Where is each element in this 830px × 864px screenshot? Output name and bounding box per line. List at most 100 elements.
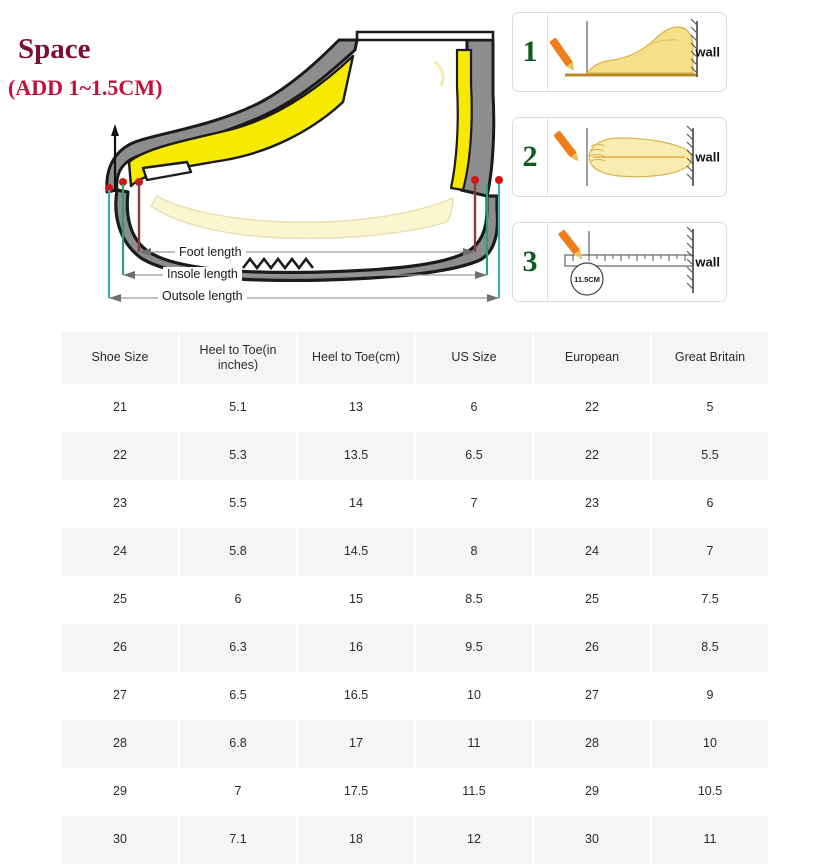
- table-header: Shoe Size Heel to Toe(in inches) Heel to…: [62, 332, 768, 384]
- space-arrow-head: [111, 124, 119, 136]
- table-header-row: Shoe Size Heel to Toe(in inches) Heel to…: [62, 332, 768, 384]
- table-row: 22 5.3 13.5 6.5 22 5.5: [62, 432, 768, 480]
- table-cell: 22: [534, 384, 650, 432]
- heel-highlight: [434, 60, 445, 87]
- table-cell: 6.5: [180, 672, 296, 720]
- table-cell: 5.8: [180, 528, 296, 576]
- step-number-2: 2: [513, 118, 548, 196]
- instruction-panel-3: 3 11.5CM wall: [512, 222, 727, 302]
- table-cell: 10: [416, 672, 532, 720]
- table-cell: 7.5: [652, 576, 768, 624]
- table-cell: 28: [534, 720, 650, 768]
- table-cell: 5.3: [180, 432, 296, 480]
- table-cell: 21: [62, 384, 178, 432]
- footbed-cream: [150, 195, 454, 240]
- table-cell: 7: [652, 528, 768, 576]
- shoe-diagram-area: Space (ADD 1~1.5CM) Foot length Insole l…: [0, 0, 830, 318]
- wall-label-2: wall: [695, 149, 720, 165]
- table-cell: 7.1: [180, 816, 296, 864]
- foot-side-shape: [585, 26, 694, 74]
- header-heel-to-toe-in: Heel to Toe(in inches): [180, 332, 296, 384]
- table-row: 21 5.1 13 6 22 5: [62, 384, 768, 432]
- table-cell: 6.8: [180, 720, 296, 768]
- table-row: 25 6 15 8.5 25 7.5: [62, 576, 768, 624]
- table-cell: 13: [298, 384, 414, 432]
- table-cell: 16: [298, 624, 414, 672]
- header-great-britain: Great Britain: [652, 332, 768, 384]
- table-cell: 14: [298, 480, 414, 528]
- header-heel-to-toe-cm: Heel to Toe(cm): [298, 332, 414, 384]
- table-row: 26 6.3 16 9.5 26 8.5: [62, 624, 768, 672]
- table-cell: 23: [534, 480, 650, 528]
- table-cell: 30: [62, 816, 178, 864]
- table-cell: 28: [62, 720, 178, 768]
- header-european: European: [534, 332, 650, 384]
- collar-opening: [355, 30, 495, 42]
- outsole-length-arrow-left: [109, 294, 121, 302]
- table-cell: 10.5: [652, 768, 768, 816]
- table-cell: 11.5: [416, 768, 532, 816]
- table-cell: 9: [652, 672, 768, 720]
- table-cell: 6.3: [180, 624, 296, 672]
- table-cell: 8: [416, 528, 532, 576]
- table-cell: 5: [652, 384, 768, 432]
- table-cell: 15: [298, 576, 414, 624]
- space-title: Space: [18, 33, 91, 65]
- table-cell: 6: [652, 480, 768, 528]
- table-cell: 29: [534, 768, 650, 816]
- table-cell: 25: [534, 576, 650, 624]
- table-row: 24 5.8 14.5 8 24 7: [62, 528, 768, 576]
- table-row: 29 7 17.5 11.5 29 10.5: [62, 768, 768, 816]
- wall-label-1: wall: [695, 44, 720, 60]
- tread-pattern: [241, 256, 315, 271]
- table-cell: 14.5: [298, 528, 414, 576]
- magnifier-measure-text: 11.5CM: [574, 275, 600, 284]
- table-cell: 11: [416, 720, 532, 768]
- table-cell: 7: [180, 768, 296, 816]
- step-number-3: 3: [513, 223, 548, 301]
- measuring-instructions: 1 wall 2 wall 3 11.5CM wall: [512, 12, 812, 327]
- table-cell: 29: [62, 768, 178, 816]
- instruction-panel-2: 2 wall: [512, 117, 727, 197]
- table-cell: 16.5: [298, 672, 414, 720]
- table-cell: 25: [62, 576, 178, 624]
- insole-length-label: Insole length: [163, 267, 242, 281]
- table-cell: 30: [534, 816, 650, 864]
- header-us-size: US Size: [416, 332, 532, 384]
- insole-yellow-heel: [449, 48, 473, 192]
- table-cell: 9.5: [416, 624, 532, 672]
- table-cell: 8.5: [652, 624, 768, 672]
- table-cell: 26: [534, 624, 650, 672]
- table-cell: 5.1: [180, 384, 296, 432]
- foot-length-label: Foot length: [175, 245, 246, 259]
- table-cell: 6: [416, 384, 532, 432]
- table-body: 21 5.1 13 6 22 5 22 5.3 13.5 6.5 22 5.5 23 5.5 14 7 23 6 2…: [62, 384, 768, 864]
- shoe-cross-section-diagram: [95, 10, 515, 315]
- pencil-icon-2: [553, 131, 579, 162]
- table-cell: 5.5: [180, 480, 296, 528]
- table-cell: 27: [534, 672, 650, 720]
- table-cell: 6.5: [416, 432, 532, 480]
- insole-length-arrow-right: [475, 271, 487, 279]
- table-cell: 22: [62, 432, 178, 480]
- step-number-1: 1: [513, 13, 548, 91]
- table-cell: 12: [416, 816, 532, 864]
- table-cell: 10: [652, 720, 768, 768]
- table-cell: 22: [534, 432, 650, 480]
- table-cell: 11: [652, 816, 768, 864]
- instruction-panel-1: 1 wall: [512, 12, 727, 92]
- table-cell: 27: [62, 672, 178, 720]
- table-cell: 23: [62, 480, 178, 528]
- wall-label-3: wall: [695, 254, 720, 270]
- anchor-dot-outsole-heel: [495, 176, 503, 184]
- table-row: 30 7.1 18 12 30 11: [62, 816, 768, 864]
- table-cell: 24: [534, 528, 650, 576]
- pencil-icon-1: [549, 38, 575, 71]
- insole-length-arrow-left: [123, 271, 135, 279]
- table-row: 27 6.5 16.5 10 27 9: [62, 672, 768, 720]
- table-cell: 6: [180, 576, 296, 624]
- table-cell: 18: [298, 816, 414, 864]
- table-cell: 17.5: [298, 768, 414, 816]
- table-cell: 5.5: [652, 432, 768, 480]
- outsole-length-label: Outsole length: [158, 289, 247, 303]
